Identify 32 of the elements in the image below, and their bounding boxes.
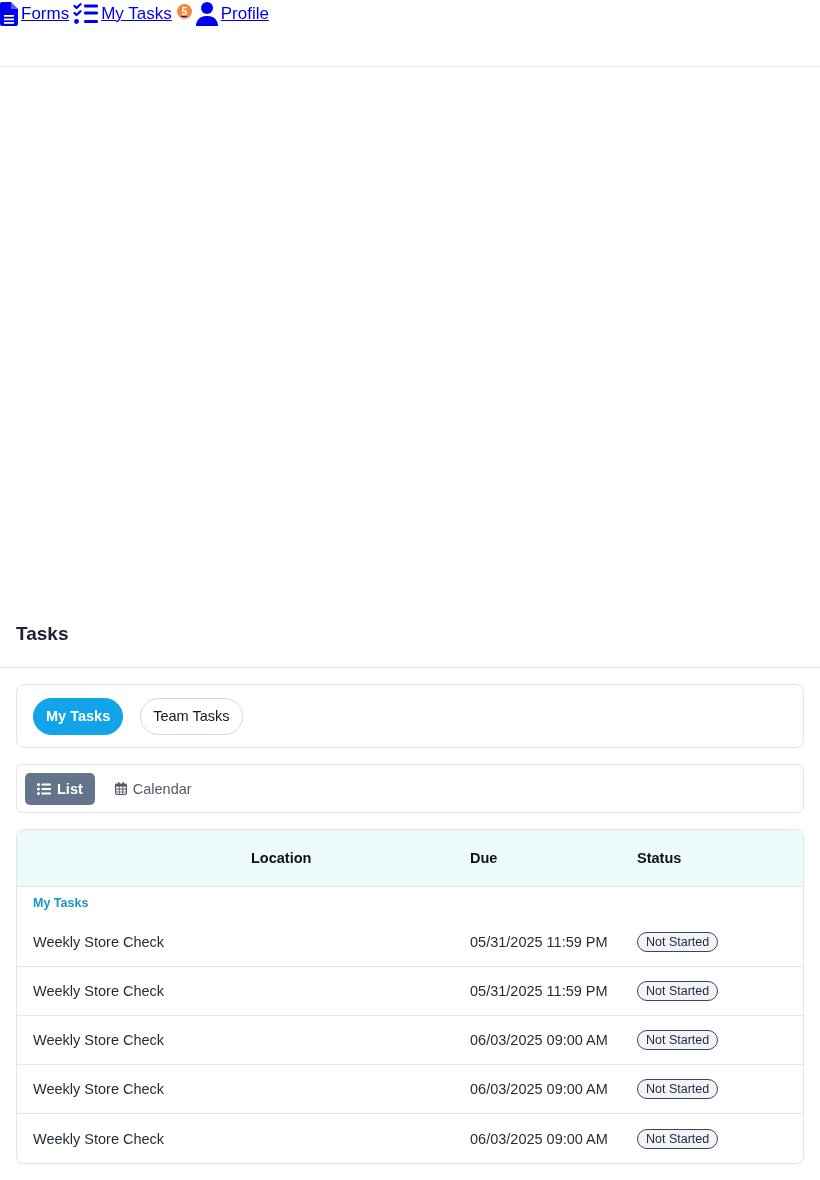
task-name: Weekly Store Check <box>33 934 165 950</box>
group-label: My Tasks <box>33 895 89 910</box>
due-date: 06/03/2025 09:00 AM <box>470 1130 608 1147</box>
status-badge: Not Started <box>637 1128 719 1149</box>
task-name: Weekly Store Check <box>33 1032 165 1048</box>
column-header: Status <box>636 850 682 866</box>
person-icon <box>195 2 218 26</box>
page-title: Tasks <box>16 622 69 645</box>
status-badge: Not Started <box>637 981 719 1001</box>
status-badge: Not Started <box>637 1079 719 1099</box>
scope-tab[interactable]: Team Tasks <box>140 697 243 735</box>
nav-link[interactable]: Profile <box>195 2 269 26</box>
due-date: 05/31/2025 11:59 PM <box>470 934 608 950</box>
column-header: Location <box>250 850 312 866</box>
view-tab[interactable]: Calendar <box>102 772 204 805</box>
nav-link[interactable]: My Tasks 5 <box>73 2 192 26</box>
due-date: 06/03/2025 09:00 AM <box>470 1032 608 1048</box>
due-date: 06/03/2025 09:00 AM <box>470 1081 608 1097</box>
nav-link[interactable]: Forms <box>0 2 70 26</box>
task-name: Weekly Store Check <box>33 983 165 999</box>
task-name: Weekly Store Check <box>33 1130 165 1147</box>
task-name: Weekly Store Check <box>33 1081 165 1097</box>
checklist-icon <box>73 3 99 25</box>
due-date: 05/31/2025 11:59 PM <box>470 983 608 999</box>
column-header: Due <box>469 850 498 866</box>
calendar-icon <box>114 782 127 795</box>
list-icon <box>37 782 51 795</box>
view-tab[interactable]: List <box>25 772 95 805</box>
count-badge: 5 <box>176 4 192 19</box>
status-badge: Not Started <box>637 1030 719 1050</box>
status-badge: Not Started <box>637 932 719 952</box>
document-icon <box>0 2 18 26</box>
